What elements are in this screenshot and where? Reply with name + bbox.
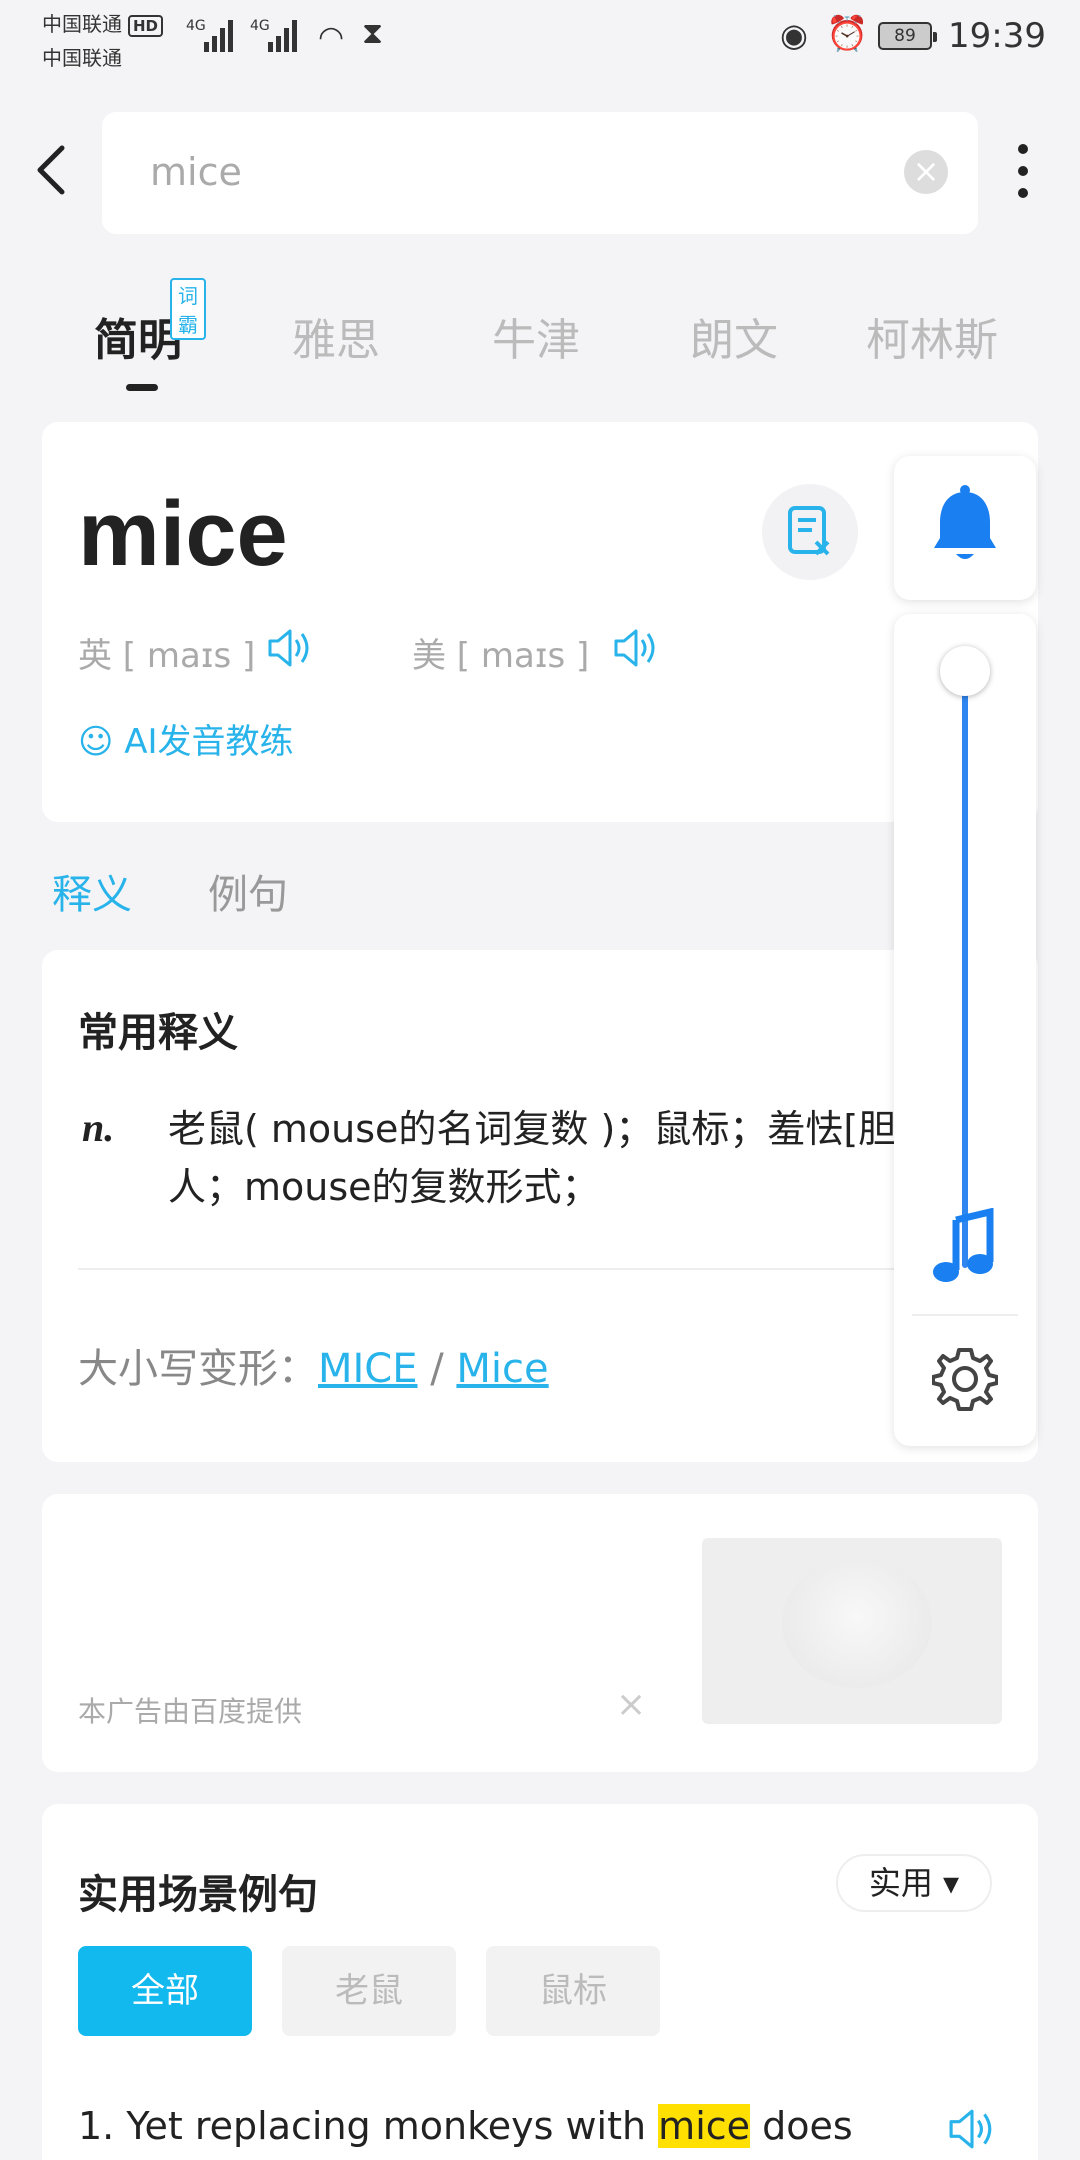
more-icon[interactable] bbox=[1018, 144, 1030, 204]
chip-computer-mouse[interactable]: 鼠标 bbox=[486, 1946, 660, 2036]
status-bar: 中国联通 HD 中国联通 4G 4G ◠ ⧗ ◉ ⏰ 89 19:39 bbox=[0, 0, 1080, 80]
hourglass-icon: ⧗ bbox=[362, 16, 384, 51]
ai-coach-label: AI发音教练 bbox=[124, 722, 294, 762]
speed-panel bbox=[894, 614, 1036, 1446]
gear-icon[interactable] bbox=[932, 1346, 998, 1412]
clear-icon[interactable]: × bbox=[904, 150, 948, 194]
chip-all[interactable]: 全部 bbox=[78, 1946, 252, 2036]
network-type-1: 4G bbox=[186, 18, 206, 34]
speaker-icon[interactable] bbox=[946, 2106, 998, 2152]
close-icon[interactable]: × bbox=[616, 1684, 646, 1725]
clock: 19:39 bbox=[948, 16, 1046, 56]
tab-yasi[interactable]: 雅思 bbox=[292, 304, 380, 368]
definition-card: 常用释义 n. 老鼠( mouse的名词复数 )；鼠标；羞怯[胆小]的人；mou… bbox=[42, 950, 1038, 1462]
dictionary-tabs: 简明 词霸 雅思 牛津 朗文 柯林斯 bbox=[0, 278, 1080, 400]
ad-card[interactable]: 本广告由百度提供 × bbox=[42, 1494, 1038, 1772]
variant-link-upper[interactable]: MICE bbox=[318, 1346, 418, 1392]
chip-mouse[interactable]: 老鼠 bbox=[282, 1946, 456, 2036]
example-sentence: 1. Yet replacing monkeys with mice does bbox=[78, 2104, 853, 2148]
tab-examples[interactable]: 例句 bbox=[208, 862, 288, 920]
wordbook-icon[interactable] bbox=[762, 484, 858, 580]
bell-button[interactable] bbox=[894, 456, 1036, 600]
tab-definitions[interactable]: 释义 bbox=[52, 862, 132, 920]
variant-link-capitalized[interactable]: Mice bbox=[456, 1346, 548, 1392]
battery-icon: 89 bbox=[878, 22, 937, 50]
definition-title: 常用释义 bbox=[78, 1010, 238, 1056]
back-arrow-icon[interactable] bbox=[30, 140, 74, 200]
volume-slider-handle[interactable] bbox=[940, 646, 990, 696]
highlight-word: mice bbox=[658, 2104, 751, 2148]
headword: mice bbox=[78, 483, 288, 585]
word-card: mice 英 [ maɪs ] 美 [ maɪs ] ☺ AI发音教练 bbox=[42, 422, 1038, 822]
signal-icon bbox=[204, 18, 236, 52]
signal-icon-2 bbox=[268, 18, 300, 52]
network-type-2: 4G bbox=[250, 18, 270, 34]
divider bbox=[78, 1268, 1008, 1270]
panel-divider bbox=[912, 1314, 1018, 1316]
ai-coach-button[interactable]: ☺ AI发音教练 bbox=[78, 714, 294, 763]
speaker-icon[interactable] bbox=[612, 626, 660, 670]
part-of-speech: n. bbox=[82, 1105, 115, 1150]
wifi-icon: ◠ bbox=[318, 20, 345, 55]
ciba-badge: 词霸 bbox=[170, 278, 206, 340]
hd-badge: HD bbox=[128, 15, 164, 37]
uk-pronunciation: 英 [ maɪs ] bbox=[78, 636, 256, 676]
carrier-2: 中国联通 bbox=[42, 46, 122, 70]
examples-card: 实用场景例句 实用 ▾ 全部 老鼠 鼠标 1. Yet replacing mo… bbox=[42, 1804, 1038, 2160]
ai-coach-icon: ☺ bbox=[78, 722, 114, 762]
case-variants: 大小写变形：MICE / Mice bbox=[78, 1346, 549, 1392]
tab-langwen[interactable]: 朗文 bbox=[690, 304, 778, 368]
us-pronunciation: 美 [ maɪs ] bbox=[412, 636, 590, 676]
alarm-icon: ⏰ bbox=[826, 14, 869, 54]
tab-jianming[interactable]: 简明 词霸 bbox=[94, 278, 206, 368]
ad-image[interactable] bbox=[702, 1538, 1002, 1724]
eye-icon: ◉ bbox=[780, 16, 808, 54]
search-input[interactable]: mice × bbox=[102, 112, 978, 234]
tab-kelinsi[interactable]: 柯林斯 bbox=[866, 304, 998, 368]
examples-title: 实用场景例句 bbox=[78, 1872, 318, 1918]
volume-slider-track[interactable] bbox=[962, 674, 968, 1268]
tab-niujin[interactable]: 牛津 bbox=[492, 304, 580, 368]
example-filter-dropdown[interactable]: 实用 ▾ bbox=[836, 1854, 992, 1912]
music-note-icon[interactable] bbox=[930, 1208, 1000, 1288]
search-value: mice bbox=[150, 150, 242, 194]
speaker-icon[interactable] bbox=[266, 626, 314, 670]
ad-label: 本广告由百度提供 bbox=[78, 1695, 303, 1728]
active-tab-indicator bbox=[126, 384, 158, 391]
definition-text: 老鼠( mouse的名词复数 )；鼠标；羞怯[胆小]的人；mouse的复数形式； bbox=[168, 1107, 987, 1209]
bell-icon bbox=[934, 485, 996, 559]
carrier-1: 中国联通 HD bbox=[42, 8, 164, 37]
